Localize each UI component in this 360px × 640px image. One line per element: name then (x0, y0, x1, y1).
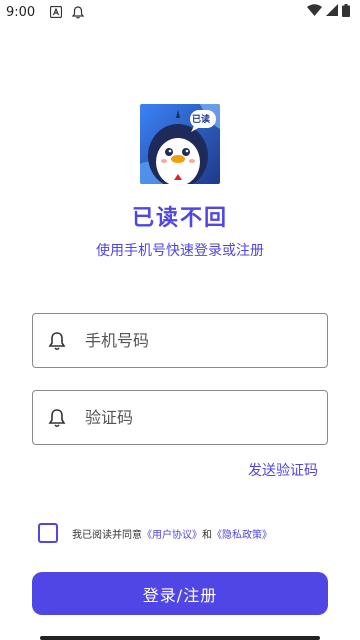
notification-bell-icon (71, 5, 85, 19)
user-agreement-link[interactable]: 《用户协议》 (142, 530, 202, 541)
status-time: 9:00 (6, 4, 36, 20)
logo-badge: 已读 (192, 115, 211, 125)
battery-icon (342, 3, 350, 21)
login-register-button[interactable]: 登录/注册 (32, 572, 328, 615)
agreement-prefix: 我已阅读并同意 (72, 529, 142, 541)
app-subtitle: 使用手机号快速登录或注册 (96, 243, 264, 259)
send-code-button[interactable]: 发送验证码 (248, 460, 318, 480)
status-right (307, 3, 350, 21)
code-input[interactable] (85, 408, 305, 427)
agreement-text: 我已阅读并同意《用户协议》和《隐私政策》 (72, 526, 272, 541)
signal-icon (326, 4, 338, 20)
phone-input[interactable] (85, 331, 305, 350)
app-title: 已读不回 (131, 206, 228, 231)
code-field[interactable] (32, 390, 328, 445)
agreement-row: 我已阅读并同意《用户协议》和《隐私政策》 (38, 523, 272, 543)
a-icon (49, 5, 63, 19)
agreement-and: 和 (202, 529, 212, 541)
bell-icon (45, 406, 69, 430)
privacy-policy-link[interactable]: 《隐私政策》 (212, 530, 272, 541)
status-bar: 9:00 (0, 0, 360, 24)
home-indicator (40, 636, 320, 640)
bell-icon (45, 329, 69, 353)
wifi-icon (307, 4, 322, 20)
phone-field[interactable] (32, 313, 328, 368)
agree-checkbox[interactable] (38, 523, 58, 543)
app-logo: 已读 (140, 104, 220, 184)
